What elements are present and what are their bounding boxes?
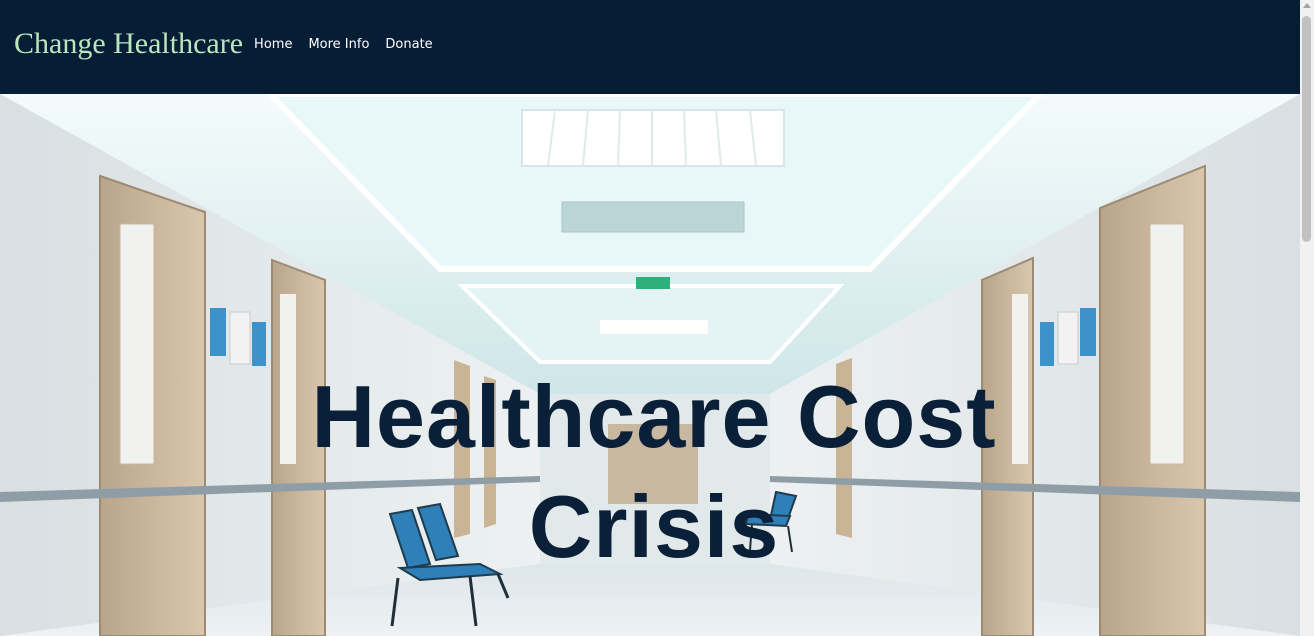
nav-link-more-info[interactable]: More Info (308, 37, 369, 52)
vertical-scrollbar[interactable] (1300, 0, 1314, 636)
hero-title-line-2: Crisis (528, 477, 780, 576)
nav-links: Home More Info Donate (254, 37, 449, 52)
brand-logo-link[interactable]: Change Healthcare (14, 29, 243, 59)
scrollbar-thumb[interactable] (1302, 16, 1311, 242)
hero-title-line-1: Healthcare Cost (311, 367, 997, 466)
hero-section: Healthcare Cost Crisis (0, 94, 1300, 636)
navbar: Change Healthcare Home More Info Donate (0, 0, 1300, 94)
nav-link-home[interactable]: Home (254, 37, 292, 52)
nav-link-donate[interactable]: Donate (385, 37, 432, 52)
page: Change Healthcare Home More Info Donate (0, 0, 1314, 636)
scroll-up-arrow-icon[interactable] (1303, 3, 1311, 8)
hero-title: Healthcare Cost Crisis (300, 362, 1008, 582)
